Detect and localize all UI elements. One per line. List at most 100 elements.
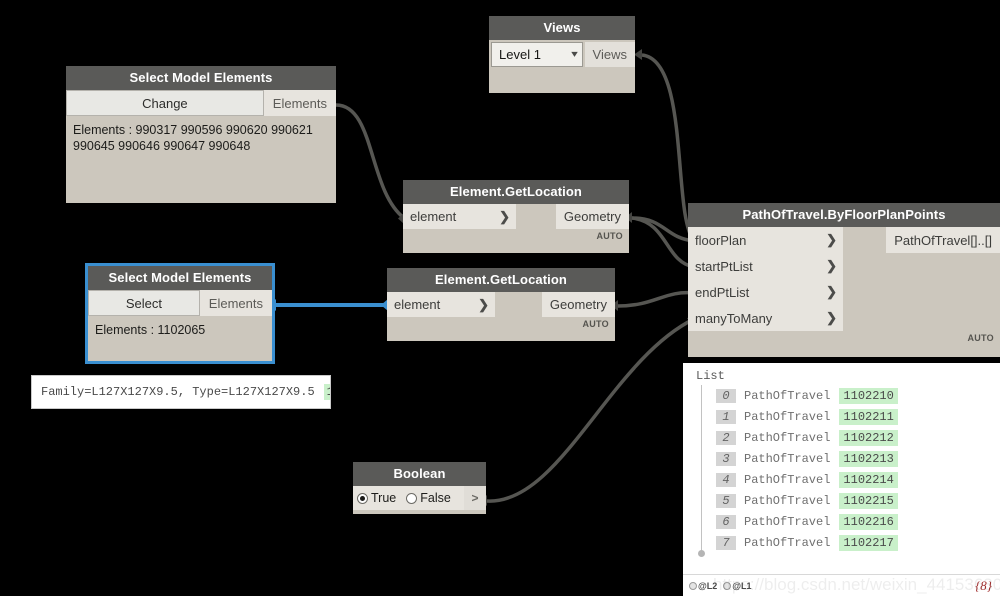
list-item-value: 1102216	[839, 513, 898, 530]
list-item[interactable]: 2 PathOfTravel 1102212	[716, 427, 1000, 448]
chevron-right-icon: ❯	[826, 232, 837, 247]
node-element-getlocation-top[interactable]: Element.GetLocation element ❯ Geometry A…	[403, 180, 629, 253]
level-tag-l1[interactable]: @L1	[723, 581, 752, 591]
level-dot-icon	[723, 581, 732, 590]
node-select-model-elements-bottom[interactable]: Select Model Elements Select Elements El…	[85, 263, 275, 364]
list-item[interactable]: 5 PathOfTravel 1102215	[716, 490, 1000, 511]
level-tag-label: @L2	[698, 580, 718, 591]
list-item[interactable]: 0 PathOfTravel 1102210	[716, 385, 1000, 406]
auto-label: AUTO	[596, 231, 623, 241]
elements-list-text: Elements : 1102065	[95, 323, 206, 337]
list-item-type: PathOfTravel	[744, 451, 831, 466]
list-item[interactable]: 4 PathOfTravel 1102214	[716, 469, 1000, 490]
node-title: Boolean	[353, 462, 486, 486]
list-rows: 0 PathOfTravel 1102210 1 PathOfTravel 11…	[698, 385, 1000, 557]
input-port-manytomany[interactable]: manyToMany ❯	[688, 305, 843, 331]
radio-true[interactable]: True	[357, 491, 396, 505]
views-selected-value: Level 1	[499, 47, 541, 62]
list-item-value: 1102210	[839, 387, 898, 404]
level-tag-l2[interactable]: @L2	[689, 581, 717, 591]
input-port-element[interactable]: element ❯	[403, 204, 516, 229]
list-item-type: PathOfTravel	[744, 409, 831, 424]
list-footer: @L2 @L1 {8}	[683, 574, 1000, 596]
input-port-label: element	[394, 297, 441, 312]
list-item-type: PathOfTravel	[744, 388, 831, 403]
input-port-endptlist[interactable]: endPtList ❯	[688, 279, 843, 305]
list-item-index: 6	[716, 514, 736, 529]
list-item-type: PathOfTravel	[744, 493, 831, 508]
chevron-right-icon: ❯	[478, 296, 489, 312]
list-count-badge: {8}	[975, 577, 992, 593]
preview-text: Family=L127X127X9.5, Type=L127X127X9.5	[41, 385, 315, 399]
list-item-index: 7	[716, 535, 736, 550]
output-port-boolean[interactable]: >	[464, 486, 486, 510]
radio-true-icon[interactable]	[357, 492, 368, 504]
preview-value: 110	[323, 384, 330, 400]
output-port-elements[interactable]: Elements	[263, 90, 336, 116]
node-title: Element.GetLocation	[387, 268, 615, 292]
output-port-views[interactable]: Views	[584, 42, 635, 67]
chevron-right-icon: ❯	[826, 310, 837, 325]
port-gap	[843, 227, 886, 253]
auto-label: AUTO	[967, 333, 994, 343]
list-item-index: 3	[716, 451, 736, 466]
element-preview-bar: Family=L127X127X9.5, Type=L127X127X9.5 1…	[31, 375, 331, 409]
list-title: List	[696, 369, 725, 383]
input-port-label: startPtList	[695, 258, 753, 274]
elements-list-text: Elements : 990317 990596 990620 990621 9…	[73, 123, 313, 153]
output-port-pathoftravel[interactable]: PathOfTravel[]..[]	[886, 227, 1000, 253]
list-item[interactable]: 3 PathOfTravel 1102213	[716, 448, 1000, 469]
list-item-type: PathOfTravel	[744, 430, 831, 445]
level-tags[interactable]: @L2 @L1	[689, 581, 752, 591]
radio-false-label: False	[420, 491, 451, 505]
list-item-type: PathOfTravel	[744, 472, 831, 487]
list-item-index: 2	[716, 430, 736, 445]
node-element-getlocation-bottom[interactable]: Element.GetLocation element ❯ Geometry A…	[387, 268, 615, 341]
input-port-floorplan[interactable]: floorPlan ❯	[688, 227, 843, 253]
list-item-index: 5	[716, 493, 736, 508]
chevron-down-icon: ▾	[570, 49, 578, 60]
list-item[interactable]: 7 PathOfTravel 1102217	[716, 532, 1000, 553]
views-level-dropdown[interactable]: Level 1 ▾	[491, 42, 583, 67]
auto-label: AUTO	[582, 319, 609, 329]
node-pathoftravel-byfloorplanpoints[interactable]: PathOfTravel.ByFloorPlanPoints floorPlan…	[688, 203, 1000, 357]
port-gap	[516, 204, 556, 229]
select-button[interactable]: Select	[88, 290, 200, 316]
list-item[interactable]: 1 PathOfTravel 1102211	[716, 406, 1000, 427]
list-item-value: 1102217	[839, 534, 898, 551]
input-port-label: floorPlan	[695, 232, 747, 248]
list-item-type: PathOfTravel	[744, 514, 831, 529]
input-port-element[interactable]: element ❯	[387, 292, 495, 317]
list-item-value: 1102211	[839, 408, 898, 425]
input-port-label: endPtList	[695, 284, 750, 300]
output-port-geometry[interactable]: Geometry	[541, 292, 615, 317]
radio-true-label: True	[371, 491, 397, 505]
list-end-dot-icon	[698, 550, 705, 557]
input-port-startptlist[interactable]: startPtList ❯	[688, 253, 843, 279]
list-item[interactable]: 6 PathOfTravel 1102216	[716, 511, 1000, 532]
change-button[interactable]: Change	[66, 90, 264, 116]
list-item-value: 1102215	[839, 492, 898, 509]
node-select-model-elements-top[interactable]: Select Model Elements Change Elements El…	[66, 66, 336, 203]
node-title: Select Model Elements	[88, 266, 272, 290]
list-item-type: PathOfTravel	[744, 535, 831, 550]
node-title: PathOfTravel.ByFloorPlanPoints	[688, 203, 1000, 227]
node-boolean[interactable]: Boolean True False >	[353, 462, 486, 514]
input-port-label: manyToMany	[695, 310, 773, 326]
list-item-index: 1	[716, 409, 736, 424]
node-views[interactable]: Views Level 1 ▾ Views	[489, 16, 635, 93]
node-title: Views	[489, 16, 635, 40]
chevron-right-icon: ❯	[826, 258, 837, 273]
output-port-elements[interactable]: Elements	[199, 290, 272, 316]
radio-false[interactable]: False	[406, 491, 451, 505]
list-item-index: 0	[716, 388, 736, 403]
level-dot-icon	[689, 581, 697, 590]
chevron-right-icon: ❯	[499, 208, 510, 224]
node-title: Select Model Elements	[66, 66, 336, 90]
list-preview-panel[interactable]: List 0 PathOfTravel 1102210 1 PathOfTrav…	[683, 363, 1000, 596]
list-item-index: 4	[716, 472, 736, 487]
dynamo-graph-canvas[interactable]: Select Model Elements Change Elements El…	[0, 0, 1000, 596]
node-title: Element.GetLocation	[403, 180, 629, 204]
radio-false-icon[interactable]	[406, 492, 418, 504]
output-port-geometry[interactable]: Geometry	[555, 204, 629, 229]
